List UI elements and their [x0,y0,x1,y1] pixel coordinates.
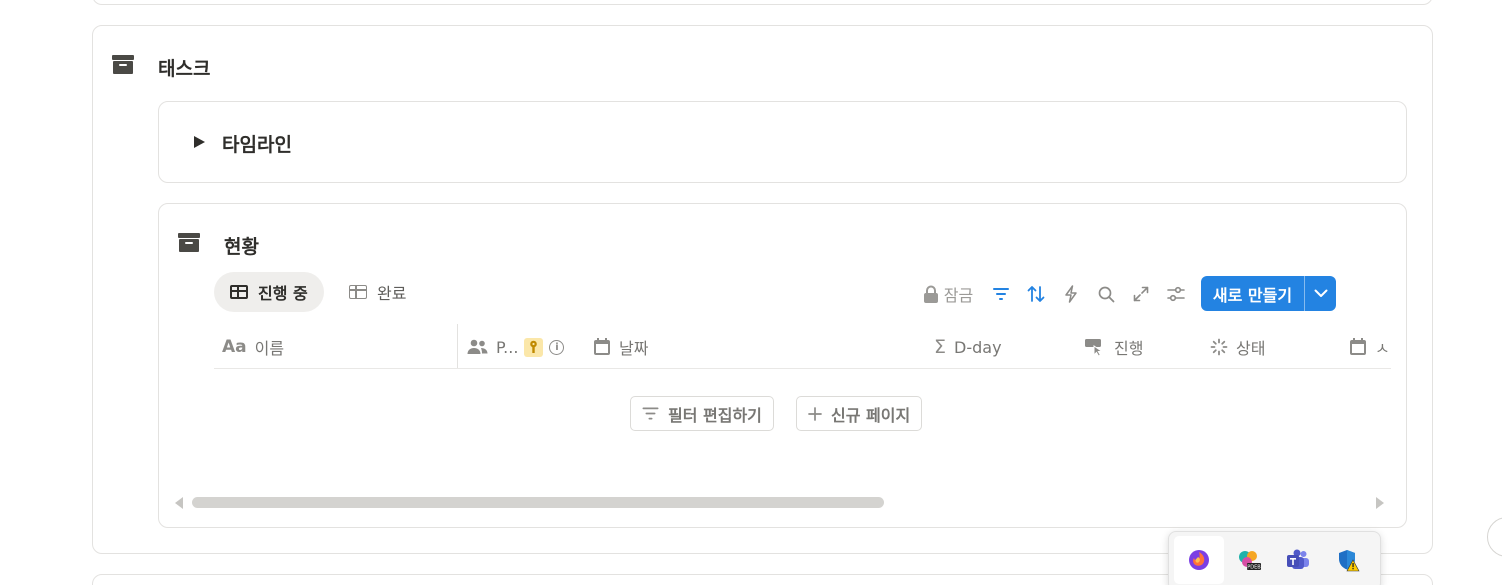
table-icon [230,285,248,299]
expand-icon [1133,286,1149,302]
new-button-dropdown[interactable] [1305,276,1336,311]
tray-app-firefox[interactable] [1174,536,1224,584]
filter-button[interactable] [990,283,1012,305]
tray-app-screenshot[interactable]: PDEB [1224,536,1274,584]
view-settings-button[interactable] [1165,283,1187,305]
rollup-icon [1084,338,1106,356]
text-icon: Aa [222,337,247,357]
scroll-left-arrow-icon[interactable] [175,497,183,509]
column-progress[interactable]: 진행 [1084,336,1143,358]
new-button[interactable]: 새로 만들기 [1201,276,1305,311]
settings-sliders-icon [1167,286,1185,302]
edit-filter-button[interactable]: 필터 편집하기 [630,396,774,431]
search-button[interactable] [1095,283,1117,305]
calendar-icon [593,338,611,356]
column-label: 날짜 [619,339,649,358]
lock-button[interactable]: 잠금 [917,283,979,305]
calendar-icon [1349,338,1367,356]
column-name[interactable]: Aa 이름 [222,336,284,358]
timeline-toggle-block [158,101,1407,183]
column-dday[interactable]: Σ D-day [934,336,1002,358]
column-date[interactable]: 날짜 [593,336,648,358]
sort-button[interactable] [1025,283,1047,305]
column-label: P... [496,337,519,357]
filter-icon [993,288,1009,300]
lock-icon [923,285,938,303]
column-label: D-day [954,337,1002,357]
automation-button[interactable] [1060,283,1082,305]
scroll-right-arrow-icon[interactable] [1376,497,1384,509]
tab-done[interactable]: 완료 [333,272,422,312]
toggle-arrow-icon[interactable] [194,136,205,148]
database-title[interactable]: 현황 [224,232,259,259]
lightning-icon [1065,285,1077,303]
column-person[interactable]: P... i [467,336,565,358]
lock-label: 잠금 [943,286,974,305]
info-icon[interactable]: i [549,339,565,355]
security-warning-icon [1339,550,1360,572]
search-icon [1098,286,1114,302]
chevron-down-icon [1314,289,1327,297]
tray-badge-text: PDEB [1247,565,1261,571]
header-divider [214,368,1391,369]
column-label: 진행 [1114,339,1144,358]
new-page-label: 신규 페이지 [831,405,911,425]
key-icon [524,337,544,357]
help-button[interactable] [1487,517,1502,557]
column-resize-handle[interactable] [457,324,458,369]
tab-label: 완료 [377,284,407,303]
tray-app-teams[interactable] [1273,536,1323,584]
formula-icon: Σ [934,336,947,358]
tray-app-security[interactable] [1323,536,1373,584]
new-page-button[interactable]: 신규 페이지 [796,396,923,431]
firefox-icon [1189,550,1209,570]
column-extra[interactable]: ㅅ [1349,336,1391,358]
previous-block [92,0,1433,5]
scrollbar-thumb[interactable] [192,497,884,508]
teams-icon [1287,549,1309,569]
column-label: 이름 [254,339,285,358]
expand-button[interactable] [1130,283,1152,305]
timeline-title[interactable]: 타임라인 [222,130,292,157]
column-status[interactable]: 상태 [1210,336,1265,358]
archive-icon [178,233,200,253]
table-icon [349,285,367,299]
status-database-block [158,203,1407,528]
column-label: 상태 [1236,339,1266,358]
plus-icon [808,406,822,421]
people-icon [467,339,488,355]
edit-filter-label: 필터 편집하기 [668,405,762,425]
section-title: 태스크 [158,58,211,80]
tab-in-progress[interactable]: 진행 중 [214,272,324,312]
screenshot-tool-icon: PDEB [1239,551,1261,571]
status-icon [1210,338,1228,356]
tab-label: 진행 중 [258,284,308,303]
filter-icon [642,407,659,420]
sort-icon [1027,286,1045,302]
archive-icon [112,55,134,75]
column-label: ㅅ [1375,339,1390,358]
new-button-group: 새로 만들기 [1201,276,1336,311]
